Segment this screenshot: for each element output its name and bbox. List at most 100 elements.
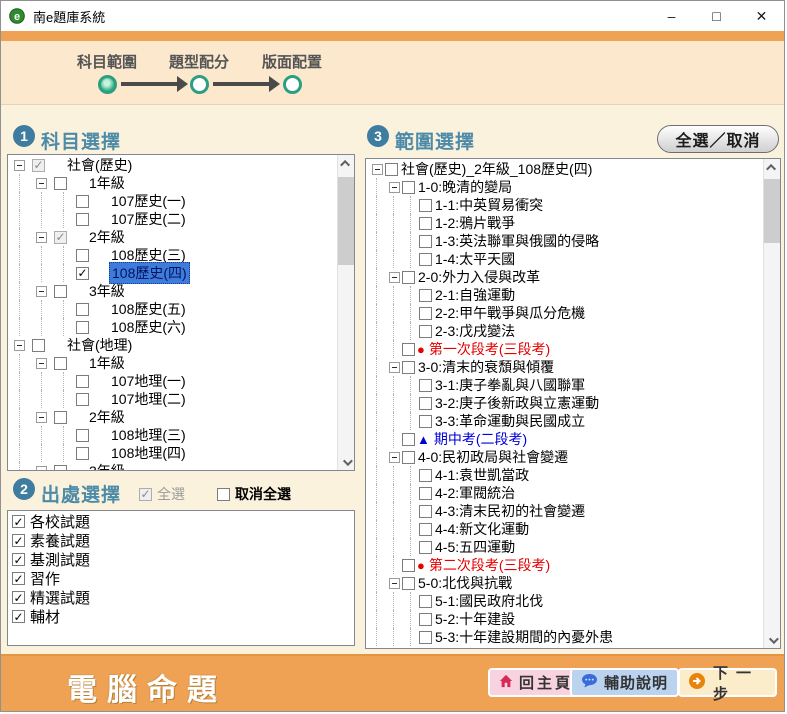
scroll-up-icon[interactable] (338, 155, 354, 171)
checkbox[interactable] (32, 339, 45, 352)
tree-item[interactable]: 2-3:戊戌變法 (368, 322, 763, 340)
collapse-minus-icon[interactable] (14, 340, 25, 351)
checkbox[interactable] (402, 577, 415, 590)
tree-item[interactable]: 3年級 (10, 282, 337, 300)
collapse-minus-icon[interactable] (389, 182, 400, 193)
collapse-minus-icon[interactable] (36, 466, 47, 471)
checkbox[interactable] (419, 235, 432, 248)
step-dot-3[interactable] (283, 75, 302, 94)
tree-item[interactable]: 5-0:北伐與抗戰 (368, 574, 763, 592)
deselect-all-checkbox[interactable] (217, 488, 230, 501)
scrollbar-thumb[interactable] (338, 177, 354, 265)
range-tree-scrollbar[interactable] (763, 159, 780, 648)
tree-item[interactable]: 3-0:清末的衰頹與傾覆 (368, 358, 763, 376)
tree-item[interactable]: 社會(地理) (10, 336, 337, 354)
tree-item[interactable]: 107地理(二) (10, 390, 337, 408)
collapse-minus-icon[interactable] (36, 358, 47, 369)
tree-item[interactable]: 社會(歷史)_2年級_108歷史(四) (368, 160, 763, 178)
close-button[interactable]: ✕ (739, 1, 784, 31)
select-all-checkbox[interactable]: ✓ (139, 488, 152, 501)
checkbox[interactable] (76, 195, 89, 208)
tree-item[interactable]: 1-1:中英貿易衝突 (368, 196, 763, 214)
checkbox[interactable]: ✓ (12, 591, 25, 604)
tree-item[interactable]: 2-2:甲午戰爭與瓜分危機 (368, 304, 763, 322)
tree-item[interactable]: 2-0:外力入侵與改革 (368, 268, 763, 286)
tree-item[interactable]: 5-3:十年建設期間的內憂外患 (368, 628, 763, 646)
collapse-minus-icon[interactable] (36, 412, 47, 423)
collapse-minus-icon[interactable] (14, 160, 25, 171)
list-item[interactable]: ✓各校試題 (10, 512, 354, 531)
tree-item[interactable]: 108歷史(五) (10, 300, 337, 318)
tree-item[interactable]: 108地理(四) (10, 444, 337, 462)
checkbox[interactable] (419, 613, 432, 626)
tree-item[interactable]: 5-1:國民政府北伐 (368, 592, 763, 610)
list-item[interactable]: ✓輔材 (10, 607, 354, 626)
tree-item[interactable]: 2年級 (10, 408, 337, 426)
checkbox[interactable] (402, 433, 415, 446)
scrollbar-thumb[interactable] (764, 179, 780, 243)
checkbox[interactable] (419, 325, 432, 338)
tree-item[interactable]: ●第二次段考(三段考) (368, 556, 763, 574)
checkbox[interactable] (54, 465, 67, 471)
checkbox[interactable]: ✓ (76, 267, 89, 280)
checkbox[interactable] (402, 559, 415, 572)
checkbox[interactable] (402, 361, 415, 374)
checkbox[interactable] (419, 199, 432, 212)
collapse-minus-icon[interactable] (389, 578, 400, 589)
minimize-button[interactable]: – (649, 1, 694, 31)
tree-item[interactable]: 1-4:太平天國 (368, 250, 763, 268)
collapse-minus-icon[interactable] (36, 178, 47, 189)
tree-item[interactable]: 1年級 (10, 354, 337, 372)
collapse-minus-icon[interactable] (389, 272, 400, 283)
tree-item[interactable]: 3-1:庚子拳亂與八國聯軍 (368, 376, 763, 394)
checkbox[interactable] (76, 375, 89, 388)
checkbox[interactable] (54, 177, 67, 190)
checkbox[interactable] (76, 447, 89, 460)
collapse-minus-icon[interactable] (372, 164, 383, 175)
tree-item[interactable]: 4-5:五四運動 (368, 538, 763, 556)
tree-item[interactable]: 1年級 (10, 174, 337, 192)
checkbox[interactable] (419, 415, 432, 428)
checkbox[interactable] (76, 393, 89, 406)
checkbox[interactable] (385, 163, 398, 176)
tree-item[interactable]: 4-3:清末民初的社會變遷 (368, 502, 763, 520)
collapse-minus-icon[interactable] (389, 362, 400, 373)
select-toggle-button[interactable]: 全選／取消 (657, 125, 779, 153)
checkbox[interactable]: ✓ (12, 610, 25, 623)
checkbox[interactable] (76, 321, 89, 334)
tree-item[interactable]: ▲期中考(二段考) (368, 430, 763, 448)
tree-item[interactable]: 4-4:新文化運動 (368, 520, 763, 538)
help-button[interactable]: 輔助說明 (570, 668, 679, 697)
collapse-minus-icon[interactable] (389, 452, 400, 463)
checkbox[interactable] (402, 271, 415, 284)
checkbox[interactable]: ✓ (12, 553, 25, 566)
checkbox[interactable] (419, 541, 432, 554)
checkbox[interactable] (419, 397, 432, 410)
tree-item[interactable]: 107歷史(二) (10, 210, 337, 228)
checkbox[interactable] (419, 469, 432, 482)
checkbox[interactable] (419, 307, 432, 320)
collapse-minus-icon[interactable] (36, 286, 47, 297)
tree-item[interactable]: 108歷史(六) (10, 318, 337, 336)
tree-item[interactable]: ✓2年級 (10, 228, 337, 246)
checkbox[interactable] (419, 505, 432, 518)
tree-item[interactable]: 1-2:鴉片戰爭 (368, 214, 763, 232)
subject-tree-scrollbar[interactable] (337, 155, 354, 470)
tree-item[interactable]: 1-3:英法聯軍與俄國的侵略 (368, 232, 763, 250)
collapse-minus-icon[interactable] (36, 232, 47, 243)
tree-item[interactable]: ●第一次段考(三段考) (368, 340, 763, 358)
tree-item[interactable]: ✓108歷史(四) (10, 264, 337, 282)
scroll-up-icon[interactable] (764, 159, 780, 175)
checkbox[interactable] (54, 357, 67, 370)
checkbox[interactable] (419, 631, 432, 644)
checkbox[interactable] (402, 451, 415, 464)
tree-item[interactable]: 4-1:袁世凱當政 (368, 466, 763, 484)
scroll-down-icon[interactable] (338, 454, 354, 470)
tree-item[interactable]: 107歷史(一) (10, 192, 337, 210)
list-item[interactable]: ✓精選試題 (10, 588, 354, 607)
tree-item[interactable]: 4-0:民初政局與社會變遷 (368, 448, 763, 466)
checkbox[interactable]: ✓ (54, 231, 67, 244)
list-item[interactable]: ✓素養試題 (10, 531, 354, 550)
checkbox[interactable]: ✓ (12, 515, 25, 528)
tree-item[interactable]: ✓社會(歷史) (10, 156, 337, 174)
